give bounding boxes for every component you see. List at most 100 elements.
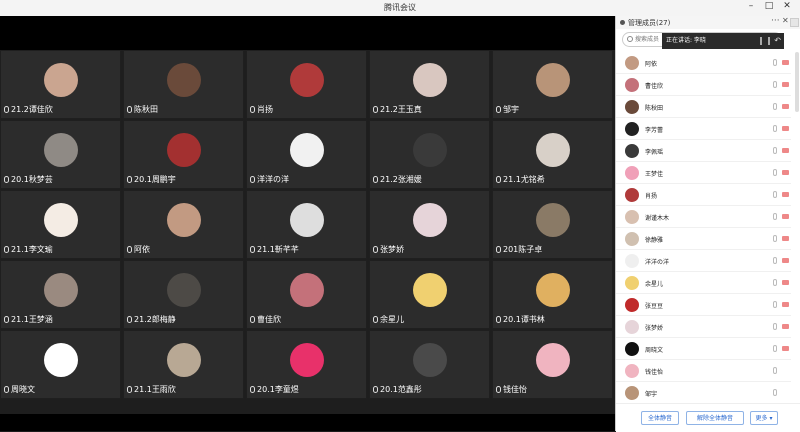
member-camera-icon[interactable] [782, 192, 789, 197]
member-camera-icon[interactable] [782, 126, 789, 131]
member-row[interactable]: 邹宇 [616, 382, 791, 404]
member-row[interactable]: 张豆豆 [616, 294, 791, 316]
participant-avatar [536, 343, 570, 377]
participant-tile[interactable]: 洋洋の洋 [246, 120, 367, 189]
participant-tile[interactable]: 21.2王玉真 [369, 50, 490, 119]
speaking-indicator: 正在讲话: 李晓 ↶ [662, 33, 784, 49]
unmute-all-button[interactable]: 解除全体静音 [686, 411, 744, 425]
member-row[interactable]: 钱佳怡 [616, 360, 791, 382]
participant-tile[interactable]: 21.1王梦涵 [0, 260, 121, 329]
participant-tile[interactable]: 邹宇 [492, 50, 613, 119]
window-title: 腾讯会议 [384, 3, 416, 12]
member-avatar [625, 276, 639, 290]
microphone-icon [127, 176, 132, 183]
member-mic-icon[interactable] [773, 81, 777, 88]
participant-tile[interactable]: 陈秋田 [123, 50, 244, 119]
participant-tile[interactable]: 21.2郎梅静 [123, 260, 244, 329]
member-camera-icon[interactable] [782, 60, 789, 65]
participant-name-label: 邹宇 [496, 104, 519, 115]
participant-tile[interactable]: 20.1秋梦芸 [0, 120, 121, 189]
microphone-icon [496, 316, 501, 323]
more-options-icon[interactable]: ··· [771, 16, 780, 26]
participant-tile[interactable]: 21.2张湘媛 [369, 120, 490, 189]
participant-tile[interactable]: 20.1谭书林 [492, 260, 613, 329]
member-row[interactable]: 陈秋田 [616, 96, 791, 118]
participant-tile[interactable]: 余星儿 [369, 260, 490, 329]
member-camera-icon[interactable] [782, 302, 789, 307]
member-mic-icon[interactable] [773, 103, 777, 110]
participant-tile[interactable]: 张梦娇 [369, 190, 490, 259]
members-icon [620, 20, 625, 25]
participant-tile[interactable]: 21.1李文瑜 [0, 190, 121, 259]
participant-avatar [536, 203, 570, 237]
member-row[interactable]: 谢谨木木 [616, 206, 791, 228]
member-mic-icon[interactable] [773, 323, 777, 330]
close-icon[interactable]: ✕ [782, 16, 789, 25]
participant-tile[interactable]: 20.1李童煜 [246, 330, 367, 399]
member-row[interactable]: 曹佳欣 [616, 74, 791, 96]
participant-tile[interactable]: 钱佳怡 [492, 330, 613, 399]
member-camera-icon[interactable] [782, 324, 789, 329]
participant-tile[interactable]: 21.2谭佳欣 [0, 50, 121, 119]
participant-tile[interactable]: 21.1王雨欣 [123, 330, 244, 399]
member-row[interactable]: 洋洋の洋 [616, 250, 791, 272]
member-camera-icon[interactable] [782, 104, 789, 109]
member-mic-icon[interactable] [773, 235, 777, 242]
member-list-scrollbar[interactable] [795, 52, 799, 112]
member-mic-icon[interactable] [773, 367, 777, 374]
member-avatar [625, 166, 639, 180]
participant-tile[interactable]: 21.1靳芊芊 [246, 190, 367, 259]
member-mic-icon[interactable] [773, 191, 777, 198]
member-row[interactable]: 李芳蕾 [616, 118, 791, 140]
member-mic-icon[interactable] [773, 345, 777, 352]
member-mic-icon[interactable] [773, 213, 777, 220]
member-camera-icon[interactable] [782, 82, 789, 87]
member-avatar [625, 298, 639, 312]
close-window-icon[interactable]: ✕ [780, 1, 794, 11]
minimize-icon[interactable]: – [744, 1, 758, 11]
member-camera-icon[interactable] [782, 258, 789, 263]
participant-tile[interactable]: 20.1范鑫彤 [369, 330, 490, 399]
member-mic-icon[interactable] [773, 301, 777, 308]
participant-tile[interactable]: 肖扬 [246, 50, 367, 119]
member-camera-icon[interactable] [782, 214, 789, 219]
member-camera-icon[interactable] [782, 236, 789, 241]
collapse-arrow-icon[interactable]: ↶ [774, 33, 781, 49]
panel-toggle-icon[interactable] [790, 18, 799, 27]
participant-avatar [290, 273, 324, 307]
participant-name: 21.1王梦涵 [11, 315, 53, 324]
member-mic-icon[interactable] [773, 389, 777, 396]
member-row[interactable]: 周晓文 [616, 338, 791, 360]
microphone-icon [496, 246, 501, 253]
member-row[interactable]: 阿依 [616, 52, 791, 74]
microphone-icon [4, 246, 9, 253]
member-row[interactable]: 王梦佳 [616, 162, 791, 184]
member-row[interactable]: 肖扬 [616, 184, 791, 206]
member-row[interactable]: 李佩瑶 [616, 140, 791, 162]
participant-tile[interactable]: 阿依 [123, 190, 244, 259]
member-mic-icon[interactable] [773, 279, 777, 286]
member-row[interactable]: 余星儿 [616, 272, 791, 294]
member-camera-icon[interactable] [782, 280, 789, 285]
member-camera-icon[interactable] [782, 170, 789, 175]
member-avatar [625, 364, 639, 378]
maximize-icon[interactable]: □ [762, 1, 776, 11]
member-mic-icon[interactable] [773, 169, 777, 176]
participant-tile[interactable]: 周晓文 [0, 330, 121, 399]
participant-name-label: 21.1王梦涵 [4, 314, 53, 325]
more-button[interactable]: 更多 ▾ [750, 411, 778, 425]
participant-tile[interactable]: 曹佳欣 [246, 260, 367, 329]
member-name: 王梦佳 [645, 171, 664, 178]
member-camera-icon[interactable] [782, 346, 789, 351]
participant-tile[interactable]: 201陈子卓 [492, 190, 613, 259]
member-row[interactable]: 张梦娇 [616, 316, 791, 338]
mute-all-button[interactable]: 全体静音 [641, 411, 679, 425]
member-mic-icon[interactable] [773, 59, 777, 66]
member-row[interactable]: 徐静雅 [616, 228, 791, 250]
participant-tile[interactable]: 20.1周鹏宇 [123, 120, 244, 189]
member-mic-icon[interactable] [773, 125, 777, 132]
participant-tile[interactable]: 21.1尤铭希 [492, 120, 613, 189]
member-camera-icon[interactable] [782, 148, 789, 153]
member-mic-icon[interactable] [773, 147, 777, 154]
member-mic-icon[interactable] [773, 257, 777, 264]
